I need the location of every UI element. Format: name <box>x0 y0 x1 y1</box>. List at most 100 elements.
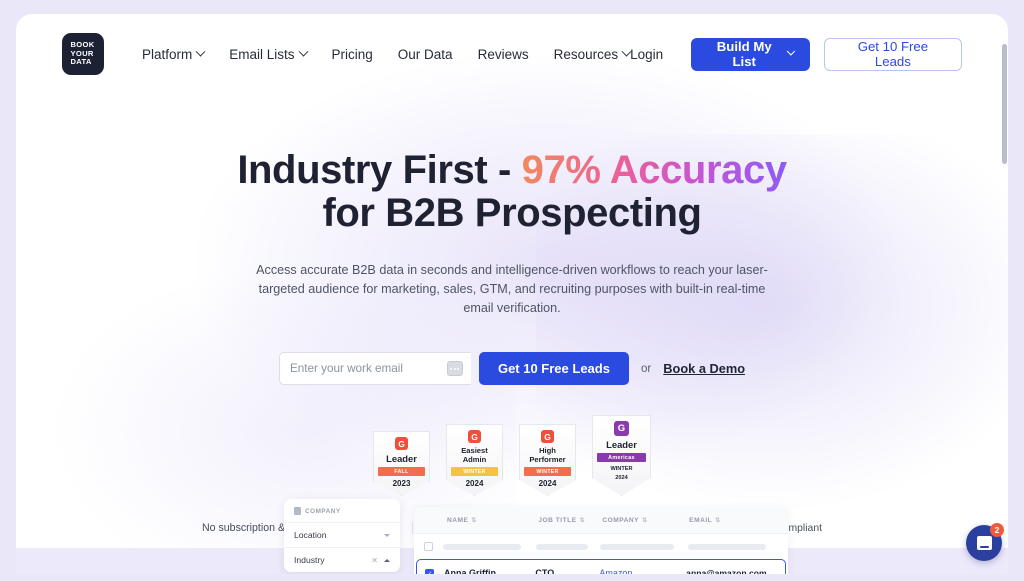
g2-logo-icon: G <box>541 430 554 443</box>
page-card: BOOK YOUR DATA Platform Email Lists Pric… <box>16 14 1008 574</box>
filters-section-label: COMPANY <box>305 507 341 515</box>
badge-title: Easiest Admin <box>461 446 488 464</box>
filter-controls: ✕ <box>371 556 390 565</box>
table-row[interactable]: ✓ Anna Griffin CTO Amazon anna@amazon.co… <box>416 559 786 574</box>
clear-filter-icon[interactable]: ✕ <box>371 556 378 565</box>
badge-year: 2024 <box>538 479 557 488</box>
skeleton-bar <box>535 543 588 550</box>
nav-item-label: Pricing <box>331 46 373 62</box>
login-link[interactable]: Login <box>630 47 663 62</box>
chevron-up-icon[interactable] <box>384 558 390 562</box>
nav-item-pricing[interactable]: Pricing <box>332 47 373 62</box>
badge-band: Americas <box>597 453 646 462</box>
cell-email: anna@amazon.com <box>686 568 767 574</box>
badge-band: WINTER <box>451 467 498 476</box>
row-checkbox[interactable]: ✓ <box>425 568 434 574</box>
nav-item-platform[interactable]: Platform <box>142 46 206 62</box>
chevron-down-icon <box>298 46 308 57</box>
badge-title: Leader <box>386 453 417 464</box>
table-header-row: NAME ⇅ JOB TITLE ⇅ COMPANY ⇅ EMAIL ⇅ <box>414 507 788 533</box>
badge-year: 2024 <box>615 475 628 481</box>
book-a-demo-link[interactable]: Book a Demo <box>663 361 745 376</box>
building-icon <box>294 507 301 515</box>
column-label: NAME <box>447 517 469 524</box>
logo-line-3: DATA <box>70 57 92 67</box>
nav-actions: Login Build My List Get 10 Free Leads <box>630 37 1008 71</box>
leads-table: NAME ⇅ JOB TITLE ⇅ COMPANY ⇅ EMAIL ⇅ ✓ A… <box>414 507 788 574</box>
skeleton-bar <box>688 543 767 550</box>
headline-line-2: for B2B Prospecting <box>322 191 702 235</box>
email-field-wrapper <box>278 352 471 385</box>
column-label: JOB TITLE <box>538 517 577 524</box>
chevron-down-icon <box>786 47 796 56</box>
placeholder-cell <box>600 543 688 550</box>
badge-title: High Performer <box>529 446 566 464</box>
get-free-leads-nav-button[interactable]: Get 10 Free Leads <box>823 37 962 71</box>
badge-year: 2023 <box>392 479 411 488</box>
filter-row-location[interactable]: Location <box>284 522 400 547</box>
nav-item-label: Email Lists <box>229 46 295 62</box>
row-checkbox[interactable] <box>424 542 433 551</box>
nav-item-label: Our Data <box>397 46 453 62</box>
nav-item-our-data[interactable]: Our Data <box>398 47 453 62</box>
cell-company[interactable]: Amazon <box>599 568 686 574</box>
column-header-job-title[interactable]: JOB TITLE ⇅ <box>538 517 602 524</box>
sort-icon: ⇅ <box>642 518 648 524</box>
chat-unread-badge: 2 <box>990 523 1004 537</box>
table-body: ✓ Anna Griffin CTO Amazon anna@amazon.co… <box>414 533 788 574</box>
table-row-placeholder[interactable] <box>414 533 788 559</box>
navbar: BOOK YOUR DATA Platform Email Lists Pric… <box>16 14 1008 94</box>
cell-name: Anna Griffin <box>444 568 496 574</box>
build-my-list-label: Build My List <box>716 39 772 69</box>
page-title: Industry First - 97% Accuracy for B2B Pr… <box>16 149 1008 235</box>
filter-row-industry[interactable]: Industry ✕ <box>284 547 400 572</box>
column-header-email[interactable]: EMAIL ⇅ <box>689 517 776 524</box>
or-separator-label: or <box>640 362 652 375</box>
filter-label: Industry <box>294 555 325 565</box>
lead-capture-form: Get 10 Free Leads or Book a Demo <box>16 352 1008 385</box>
g2-logo-icon: G <box>468 430 481 443</box>
filter-controls <box>384 533 390 537</box>
nav-item-label: Platform <box>142 46 193 62</box>
password-manager-icon[interactable] <box>446 361 463 376</box>
column-header-company[interactable]: COMPANY ⇅ <box>602 517 689 524</box>
filter-label: Location <box>294 530 327 540</box>
filters-section-header: COMPANY <box>284 499 400 522</box>
g2-badge-leader-fall-2023: G Leader FALL 2023 <box>373 431 430 496</box>
email-field[interactable] <box>289 362 440 375</box>
dot <box>450 367 453 370</box>
sort-icon: ⇅ <box>579 518 586 524</box>
badge-period: WINTER <box>610 466 633 472</box>
logo[interactable]: BOOK YOUR DATA <box>62 33 104 75</box>
nav-item-resources[interactable]: Resources <box>553 46 632 62</box>
column-header-name[interactable]: NAME ⇅ <box>447 517 538 524</box>
nav-links: Platform Email Lists Pricing Our Data Re… <box>142 46 632 62</box>
nav-item-label: Resources <box>553 46 619 62</box>
headline-part-1: Industry First - <box>237 148 522 192</box>
chevron-down-icon <box>195 46 206 57</box>
dot <box>457 367 460 370</box>
build-my-list-button[interactable]: Build My List <box>691 37 810 71</box>
hero-subheading: Access accurate B2B data in seconds and … <box>256 263 768 315</box>
headline-accent: 97% Accuracy <box>521 148 787 192</box>
filters-panel: COMPANY Location Industry ✕ <box>284 499 400 572</box>
skeleton-bar <box>443 543 521 550</box>
dot <box>453 367 456 370</box>
badge-band: FALL <box>378 467 425 476</box>
placeholder-cell <box>535 543 601 550</box>
g2-logo-icon: G <box>395 437 408 450</box>
placeholder-cell <box>688 543 776 550</box>
chat-widget[interactable]: 2 <box>966 523 1004 561</box>
nav-item-label: Reviews <box>477 46 529 62</box>
chat-message-icon <box>976 536 992 550</box>
cell-job-title: CTO <box>535 568 555 574</box>
hero-section: Industry First - 97% Accuracy for B2B Pr… <box>16 94 1008 536</box>
nav-item-email-lists[interactable]: Email Lists <box>229 46 308 62</box>
nav-item-reviews[interactable]: Reviews <box>478 47 529 62</box>
sort-icon: ⇅ <box>471 518 477 524</box>
get-free-leads-submit-button[interactable]: Get 10 Free Leads <box>478 352 629 385</box>
column-label: COMPANY <box>602 517 640 524</box>
chevron-down-icon[interactable] <box>384 533 390 537</box>
app-preview: COMPANY Location Industry ✕ NAME ⇅ JOB T… <box>268 499 788 574</box>
placeholder-cell <box>443 543 536 550</box>
